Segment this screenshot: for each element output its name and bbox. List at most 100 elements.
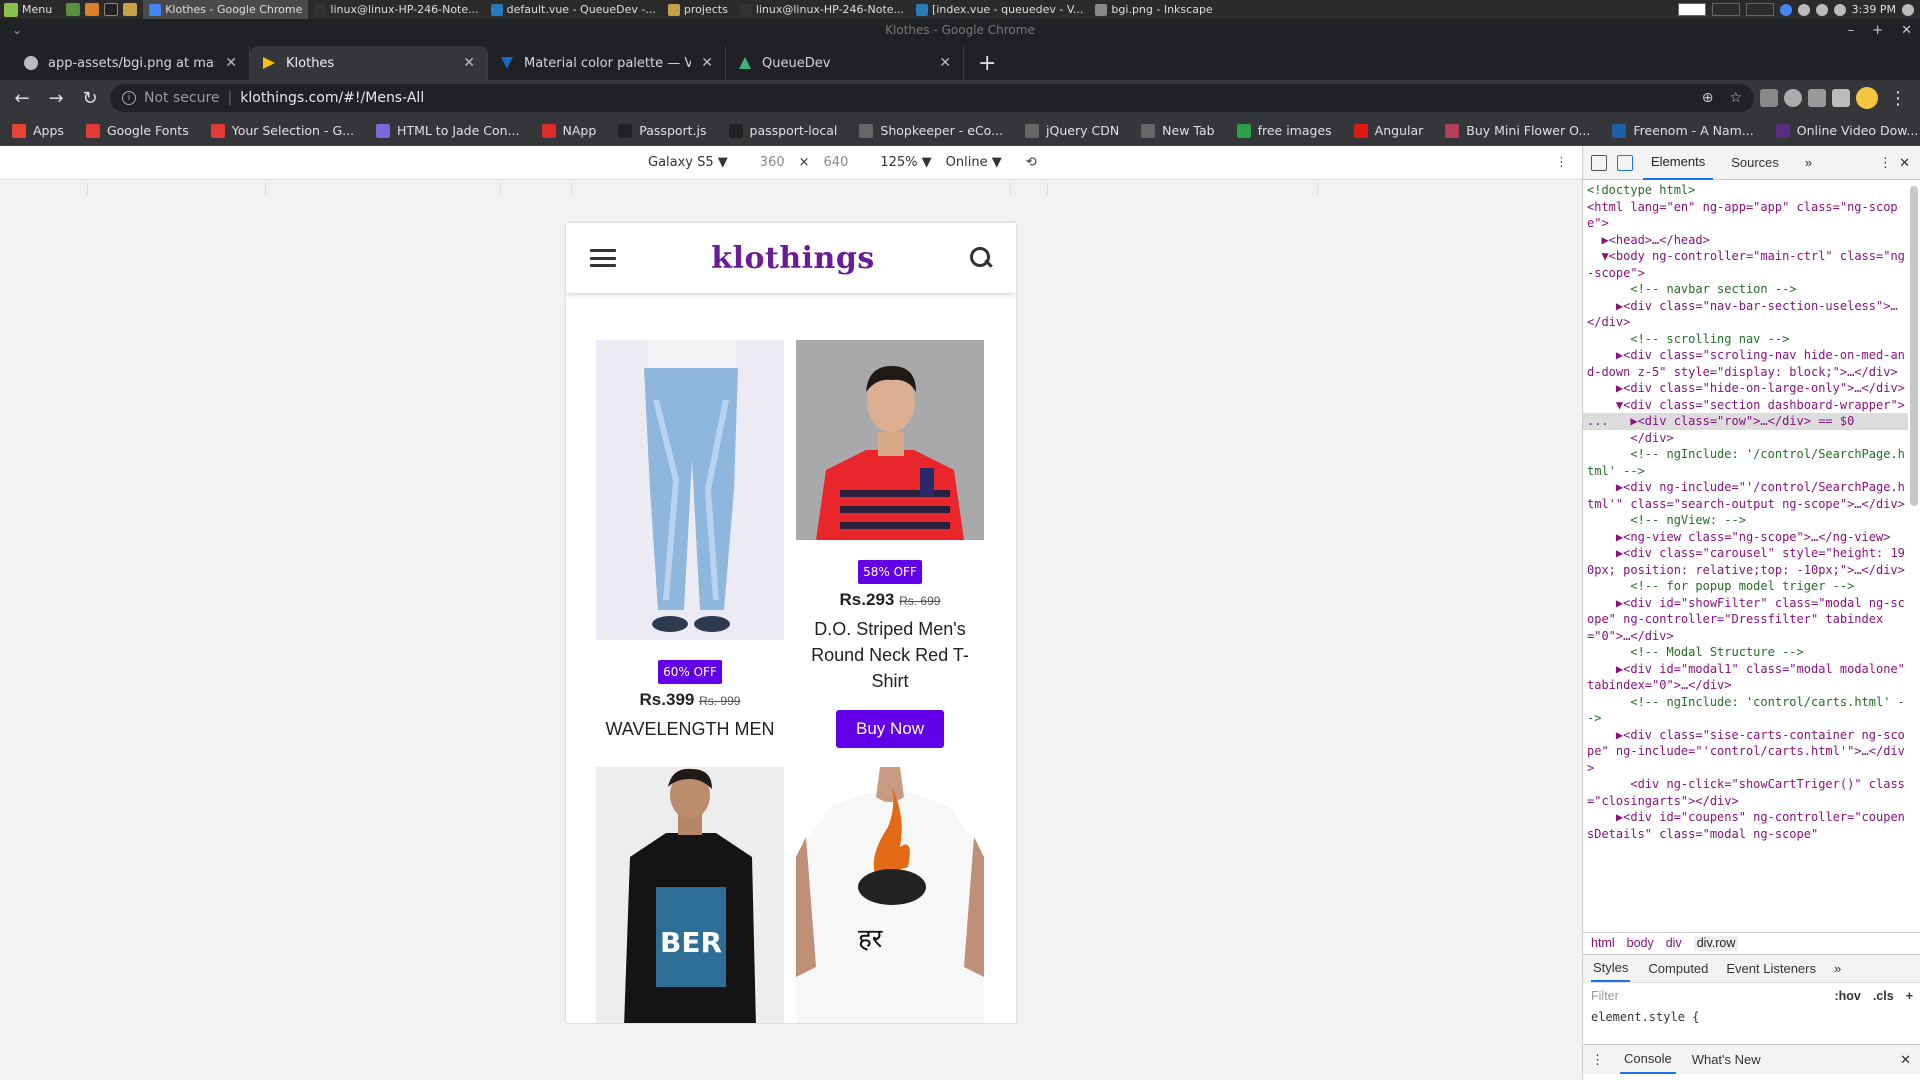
dom-node-line[interactable]: <html lang="en" ng-app="app" class="ng-s… [1587, 199, 1908, 232]
settings-extension-icon[interactable] [1784, 89, 1802, 107]
firefox-icon[interactable] [85, 3, 100, 16]
url-text[interactable]: klothings.com/#!/Mens-All [240, 90, 424, 106]
product-name[interactable]: WAVELENGTH MEN SKINNY FIT [596, 716, 784, 746]
dom-scrollbar[interactable] [1910, 186, 1918, 506]
workspace-2[interactable] [1711, 3, 1740, 16]
bookmark-item[interactable]: Buy Mini Flower O... [1445, 123, 1590, 138]
terminal-icon[interactable] [104, 3, 119, 16]
crumb-div-row[interactable]: div.row [1693, 936, 1739, 951]
product-card[interactable]: BER [596, 767, 784, 1023]
bookmark-item[interactable]: jQuery CDN [1025, 123, 1119, 138]
bookmark-item[interactable]: Google Fonts [85, 123, 189, 138]
tab-close-icon[interactable]: ✕ [939, 55, 951, 71]
dom-node-line[interactable]: <!-- navbar section --> [1587, 281, 1908, 298]
crumb-html[interactable]: html [1591, 936, 1615, 951]
dom-node-line[interactable]: ▶<div class="nav-bar-section-useless">…<… [1587, 298, 1908, 331]
close-icon[interactable]: ✕ [1901, 19, 1912, 42]
bookmark-item[interactable]: Online Video Dow... [1775, 123, 1918, 138]
taskbar-task[interactable]: projects [662, 0, 734, 19]
taskbar-task[interactable]: bgi.png - Inkscape [1089, 0, 1218, 19]
bookmark-item[interactable]: Passport.js [618, 123, 707, 138]
files-icon[interactable] [123, 3, 138, 16]
dom-node-line[interactable]: <!-- ngInclude: '/control/SearchPage.htm… [1587, 446, 1908, 479]
more-tabs-button[interactable]: » [1797, 146, 1820, 179]
product-card[interactable]: 58% OFF Rs.293 Rs. 699 D.O. Striped Men'… [796, 340, 984, 748]
hov-toggle[interactable]: :hov [1834, 989, 1860, 1003]
drawer-menu-icon[interactable]: ⋮ [1591, 1052, 1604, 1068]
tab-computed[interactable]: Computed [1648, 961, 1708, 976]
dom-node-line[interactable]: ▶<ng-view class="ng-scope">…</ng-view> [1587, 529, 1908, 546]
tab-close-icon[interactable]: ✕ [463, 55, 475, 71]
hamburger-menu-icon[interactable] [590, 249, 616, 267]
media-query-ruler[interactable] [0, 180, 1582, 198]
dom-node-line[interactable]: ▶<div id="showFilter" class="modal ng-sc… [1587, 595, 1908, 645]
tab-close-icon[interactable]: ✕ [225, 55, 237, 71]
product-name[interactable]: D.O. Striped Men's Round Neck Red T-Shir… [796, 616, 984, 694]
workspace-1[interactable] [1677, 3, 1706, 16]
dom-node-line[interactable]: </div> [1587, 430, 1908, 447]
device-width[interactable]: 360 [760, 155, 785, 170]
rotate-icon[interactable]: ⟲ [1026, 155, 1037, 170]
crumb-div[interactable]: div [1666, 936, 1682, 951]
shield-icon[interactable] [1797, 3, 1810, 16]
reload-icon[interactable]: ↻ [76, 84, 104, 112]
network-select[interactable]: Online ▼ [946, 155, 1002, 170]
chrome-tray-icon[interactable] [1779, 3, 1792, 16]
workspace-3[interactable] [1745, 3, 1774, 16]
drawer-close-icon[interactable]: ✕ [1900, 1052, 1920, 1068]
dom-node-line[interactable]: <!-- Modal Structure --> [1587, 644, 1908, 661]
dom-node-line[interactable]: ... ▶<div class="row">…</div> == $0 [1583, 413, 1908, 430]
inspect-element-icon[interactable] [1591, 154, 1607, 171]
tab-event-listeners[interactable]: Event Listeners [1726, 961, 1816, 976]
maximize-icon[interactable]: + [1872, 19, 1883, 42]
bookmark-item[interactable]: free images [1236, 123, 1332, 138]
dom-node-line[interactable]: <!-- ngInclude: 'control/carts.html' --> [1587, 694, 1908, 727]
product-image-black-tshirt[interactable]: BER [596, 767, 784, 1023]
back-icon[interactable]: ← [8, 84, 36, 112]
bookmark-item[interactable]: NApp [541, 123, 596, 138]
zoom-icon[interactable]: ⊕ [1702, 90, 1714, 106]
taskbar-task[interactable]: default.vue - QueueDev -... [485, 0, 662, 19]
tab-sources[interactable]: Sources [1723, 146, 1787, 179]
address-bar[interactable]: i Not secure | klothings.com/#!/Mens-All… [110, 84, 1754, 112]
product-card[interactable]: 60% OFF Rs.399 Rs. 999 WAVELENGTH MEN SK… [596, 340, 784, 746]
zoom-select[interactable]: 125% ▼ [880, 155, 931, 170]
dom-node-line[interactable]: ▶<div id="coupens" ng-controller="coupen… [1587, 809, 1908, 842]
bookmark-item[interactable]: Freenom - A Nam... [1612, 123, 1754, 138]
tab-vuetify[interactable]: Material color palette — Vuetify ✕ [488, 46, 726, 80]
vue-devtools-icon[interactable] [1808, 89, 1826, 107]
cls-toggle[interactable]: .cls [1873, 989, 1894, 1003]
dom-node-line[interactable]: ▶<head>…</head> [1587, 232, 1908, 249]
dom-tree[interactable]: <!doctype html> <html lang="en" ng-app="a… [1583, 180, 1920, 932]
profile-avatar[interactable] [1856, 87, 1878, 109]
dom-node-line[interactable]: ▶<div class="scroling-nav hide-on-med-an… [1587, 347, 1908, 380]
device-select[interactable]: Galaxy S5 ▼ [648, 155, 728, 170]
extension-icon[interactable] [1760, 89, 1778, 107]
tab-styles[interactable]: Styles [1591, 955, 1631, 982]
chrome-menu-icon[interactable]: ⋮ [1884, 84, 1912, 112]
bookmark-item[interactable]: Apps [12, 123, 64, 138]
network-icon[interactable] [1815, 3, 1828, 16]
react-devtools-icon[interactable] [1832, 89, 1850, 107]
clock[interactable]: 3:39 PM [1852, 3, 1896, 16]
product-image-jeans[interactable] [596, 340, 784, 640]
dom-node-line[interactable]: ▶<div id="modal1" class="modal modalone"… [1587, 661, 1908, 694]
filter-input[interactable]: Filter [1591, 989, 1619, 1003]
tab-whats-new[interactable]: What's New [1692, 1052, 1761, 1067]
dom-node-line[interactable]: ▶<div class="carousel" style="height: 19… [1587, 545, 1908, 578]
site-logo[interactable]: klothings [711, 241, 874, 276]
dom-node-line[interactable]: <!-- for popup model triger --> [1587, 578, 1908, 595]
devtools-close-icon[interactable]: ⋮ ✕ [1879, 155, 1920, 171]
device-menu-icon[interactable]: ⋮ [1555, 155, 1568, 170]
tab-elements[interactable]: Elements [1643, 145, 1714, 180]
dom-node-line[interactable]: ▶<div class="sise-carts-container ng-sco… [1587, 727, 1908, 777]
tab-github[interactable]: app-assets/bgi.png at master · ✕ [12, 46, 250, 80]
dom-node-line[interactable]: ▼<div class="section dashboard-wrapper"> [1587, 397, 1908, 414]
forward-icon[interactable]: → [42, 84, 70, 112]
search-icon[interactable] [970, 247, 992, 269]
more-style-tabs[interactable]: » [1834, 961, 1841, 976]
device-height[interactable]: 640 [824, 155, 849, 170]
bookmark-item[interactable]: Angular [1353, 123, 1423, 138]
device-toggle-icon[interactable] [1617, 154, 1633, 171]
product-image-white-tshirt[interactable]: हर [796, 767, 984, 1023]
